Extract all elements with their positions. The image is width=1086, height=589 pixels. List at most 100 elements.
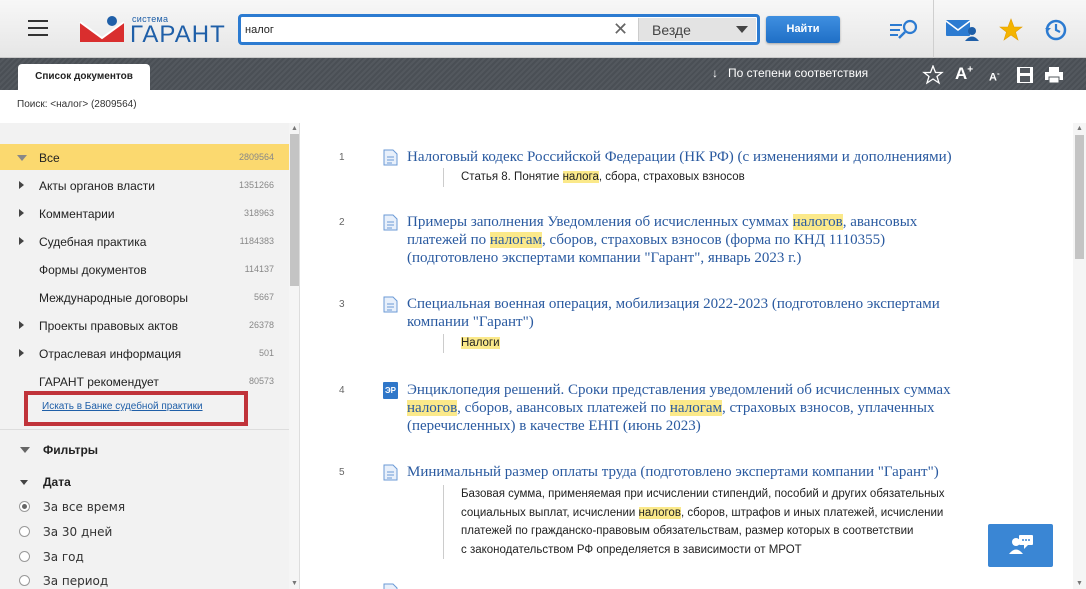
scope-value: Везде xyxy=(652,22,691,38)
scroll-up-icon[interactable]: ▲ xyxy=(1076,125,1083,132)
result-title-link[interactable]: Примеры заполнения Уведомления об исчисл… xyxy=(407,213,1007,267)
scroll-up-icon[interactable]: ▲ xyxy=(291,125,298,132)
expand-icon xyxy=(17,155,27,161)
font-decrease-button[interactable]: A- xyxy=(989,69,1000,84)
tree-item-label: Формы документов xyxy=(39,263,147,277)
tab-document-list[interactable]: Список документов xyxy=(18,64,150,90)
court-practice-bank-link[interactable]: Искать в Банке судебной практики xyxy=(42,401,203,412)
snippet-text: , сборов, штрафов и иных платежей, исчис… xyxy=(680,506,944,519)
online-support-button[interactable] xyxy=(988,524,1053,567)
tree-item-international-treaties[interactable]: Международные договоры 5667 xyxy=(0,284,289,310)
search-input[interactable] xyxy=(245,21,605,39)
search-hit: налогов xyxy=(407,400,458,416)
radio-label: За 30 дней xyxy=(43,525,113,539)
find-button[interactable]: Найти xyxy=(766,16,840,43)
tree-item-count: 501 xyxy=(258,348,274,358)
highlight-frame: Искать в Банке судебной практики xyxy=(24,391,248,426)
sort-arrow-icon: ↓ xyxy=(712,66,718,80)
tree-item-all[interactable]: Все 2809564 xyxy=(0,144,289,170)
tree-item-count: 1184383 xyxy=(239,236,274,246)
search-hit: Налоги xyxy=(461,337,500,349)
date-option-year[interactable]: За год xyxy=(0,547,289,569)
tree-item-label: Проекты правовых актов xyxy=(39,319,179,333)
search-settings-icon[interactable] xyxy=(888,18,920,40)
radio-button[interactable] xyxy=(19,526,30,537)
document-icon xyxy=(383,583,398,589)
result-title-link[interactable]: Налоговый кодекс Российской Федерации (Н… xyxy=(407,148,1007,166)
garant-logo[interactable]: система ГАРАНТ xyxy=(78,12,225,48)
result-number: 2 xyxy=(339,217,345,228)
tree-item-draft-acts[interactable]: Проекты правовых актов 26378 xyxy=(0,312,289,338)
date-option-all-time[interactable]: За все время xyxy=(0,497,289,519)
chevron-right-icon[interactable] xyxy=(19,321,24,329)
chevron-right-icon[interactable] xyxy=(19,237,24,245)
filters-header[interactable]: Фильтры xyxy=(0,436,289,462)
snippet-text: , сбора, страховых взносов xyxy=(598,171,745,183)
date-option-30-days[interactable]: За 30 дней xyxy=(0,522,289,544)
tree-item-comments[interactable]: Комментарии 318963 xyxy=(0,200,289,226)
font-increase-letter: A xyxy=(955,64,968,83)
tree-item-label: Судебная практика xyxy=(39,235,147,249)
result-title-link[interactable]: Энциклопедия решений. Сроки представлени… xyxy=(407,381,1007,435)
search-hit: налогам xyxy=(489,232,542,248)
tree-item-authority-acts[interactable]: Акты органов власти 1351266 xyxy=(0,172,289,198)
radio-button[interactable] xyxy=(19,501,30,512)
document-tabbar: Список документов ↓ По степени соответств… xyxy=(0,58,1086,90)
font-increase-button[interactable]: A+ xyxy=(955,64,973,84)
title-text: , авансовых xyxy=(842,214,918,230)
chevron-right-icon[interactable] xyxy=(19,181,24,189)
scroll-down-icon[interactable]: ▼ xyxy=(1076,580,1083,587)
date-option-period[interactable]: За период xyxy=(0,571,289,589)
scroll-down-icon[interactable]: ▼ xyxy=(291,580,298,587)
tree-item-industry-info[interactable]: Отраслевая информация 501 xyxy=(0,340,289,366)
snippet-text: социальных выплат, исчислении xyxy=(461,506,639,519)
tree-item-label: ГАРАНТ рекомендует xyxy=(39,375,159,389)
tree-item-label: Комментарии xyxy=(39,207,115,221)
sort-selector[interactable]: ↓ По степени соответствия xyxy=(712,66,868,80)
tree-item-count: 26378 xyxy=(248,320,274,330)
collapse-icon xyxy=(20,480,28,485)
chevron-right-icon[interactable] xyxy=(19,209,24,217)
tree-item-court-practice[interactable]: Судебная практика 1184383 xyxy=(0,228,289,254)
date-filter-header[interactable]: Дата xyxy=(0,471,289,491)
tree-item-count: 318963 xyxy=(243,208,274,218)
list-item[interactable]: 1 Налоговый кодекс Российской Федерации … xyxy=(303,148,1003,193)
mail-user-icon[interactable] xyxy=(945,18,979,42)
list-item[interactable]: 4 ЭР Энциклопедия решений. Сроки предста… xyxy=(303,381,1003,441)
mark-star-icon[interactable] xyxy=(922,65,944,85)
scrollbar-thumb[interactable] xyxy=(290,134,299,286)
tree-item-document-forms[interactable]: Формы документов 114137 xyxy=(0,256,289,282)
tree-item-count: 2809564 xyxy=(238,152,274,162)
history-icon[interactable] xyxy=(1044,18,1068,42)
radio-button[interactable] xyxy=(19,551,30,562)
result-title-link[interactable]: Специальная военная операция, мобилизаци… xyxy=(407,295,987,331)
top-toolbar: система ГАРАНТ ✕ Везде Найти xyxy=(0,0,1086,58)
radio-button[interactable] xyxy=(19,575,30,586)
results-scrollbar[interactable]: ▲ ▼ xyxy=(1073,123,1086,589)
scope-dropdown[interactable]: Везде xyxy=(638,18,756,41)
title-text: , сборов, страховых взносов (форма по КН… xyxy=(541,232,886,248)
sort-label: По степени соответствия xyxy=(728,66,869,80)
print-icon[interactable] xyxy=(1044,66,1064,84)
tree-item-count: 80573 xyxy=(248,376,274,386)
result-title-link[interactable]: Минимальный размер оплаты труда (подгото… xyxy=(407,463,1007,481)
clear-icon[interactable]: ✕ xyxy=(613,18,628,40)
tree-item-label: Международные договоры xyxy=(39,291,189,305)
list-item[interactable]: 2 Примеры заполнения Уведомления об исчи… xyxy=(303,213,1003,273)
menu-icon[interactable] xyxy=(28,20,48,36)
divider xyxy=(0,429,289,430)
tree-item-count: 1351266 xyxy=(238,180,274,190)
left-scrollbar[interactable]: ▲ ▼ xyxy=(289,123,299,589)
result-snippet: Базовая сумма, применяемая при исчислени… xyxy=(443,485,1003,559)
favorites-star-icon[interactable] xyxy=(998,18,1024,42)
chevron-down-icon xyxy=(736,26,748,33)
tree-item-count: 5667 xyxy=(253,292,274,302)
list-item[interactable]: 3 Специальная военная операция, мобилиза… xyxy=(303,295,1003,355)
scrollbar-thumb[interactable] xyxy=(1075,135,1084,259)
result-number: 5 xyxy=(339,467,345,478)
list-item[interactable]: 5 Минимальный размер оплаты труда (подго… xyxy=(303,463,1003,573)
save-icon[interactable] xyxy=(1016,66,1034,84)
result-number: 1 xyxy=(339,152,345,163)
chevron-right-icon[interactable] xyxy=(19,349,24,357)
result-snippet: Налоги xyxy=(443,334,1003,353)
